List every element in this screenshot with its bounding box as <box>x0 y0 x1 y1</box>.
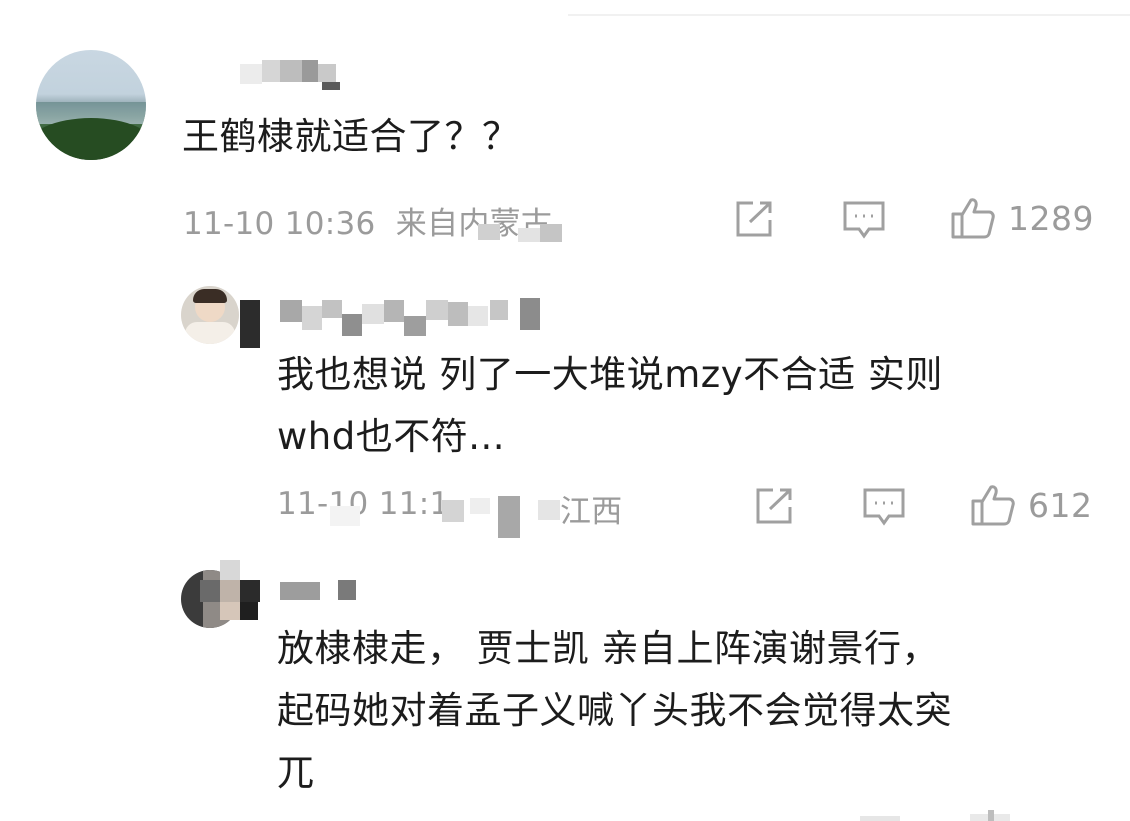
comment-text: 王鹤棣就适合了？？ <box>182 115 520 158</box>
reply-button[interactable] <box>842 200 886 240</box>
share-icon <box>736 201 772 237</box>
share-button[interactable] <box>753 487 793 525</box>
user-avatar[interactable] <box>181 286 239 344</box>
thumbs-up-icon <box>971 485 1015 526</box>
comment-text: 我也想说 列了一大堆说mzy不合适 实则 whd也不符... <box>277 344 943 468</box>
like-count: 612 <box>1028 485 1093 525</box>
share-icon <box>756 488 792 524</box>
reply-button[interactable] <box>862 487 906 527</box>
like-count: 1289 <box>1008 198 1094 238</box>
like-button[interactable]: 612 <box>970 482 1093 528</box>
comment-text-line: whd也不符... <box>277 415 505 458</box>
thumbs-up-icon <box>951 198 995 239</box>
avatar-mosaic <box>240 300 262 350</box>
next-row-peek <box>860 810 1130 821</box>
user-avatar[interactable] <box>36 50 146 160</box>
comment-location: 江西 <box>560 494 623 530</box>
comment-text-line: 我也想说 列了一大堆说mzy不合适 实则 <box>277 353 943 396</box>
time-location-mosaic <box>330 494 560 540</box>
comment-icon <box>843 201 885 239</box>
username-mosaic[interactable] <box>280 580 360 602</box>
comment-text-line: 兀 <box>277 751 315 794</box>
username-mosaic[interactable] <box>240 60 350 90</box>
avatar-mosaic <box>200 560 260 622</box>
username-mosaic[interactable] <box>280 296 542 340</box>
comment-text: 放棣棣走， 贾士凯 亲自上阵演谢景行， 起码她对着孟子义喊丫头我不会觉得太突 兀 <box>277 618 952 804</box>
comment-icon <box>863 488 905 526</box>
like-button[interactable]: 1289 <box>950 195 1094 241</box>
top-divider <box>568 14 1130 16</box>
comment-time: 11-10 10:36 <box>183 206 376 242</box>
share-button[interactable] <box>733 200 773 238</box>
location-mosaic <box>478 224 562 242</box>
comment-text-line: 起码她对着孟子义喊丫头我不会觉得太突 <box>277 689 952 732</box>
comment-text-line: 放棣棣走， 贾士凯 亲自上阵演谢景行， <box>277 627 940 670</box>
